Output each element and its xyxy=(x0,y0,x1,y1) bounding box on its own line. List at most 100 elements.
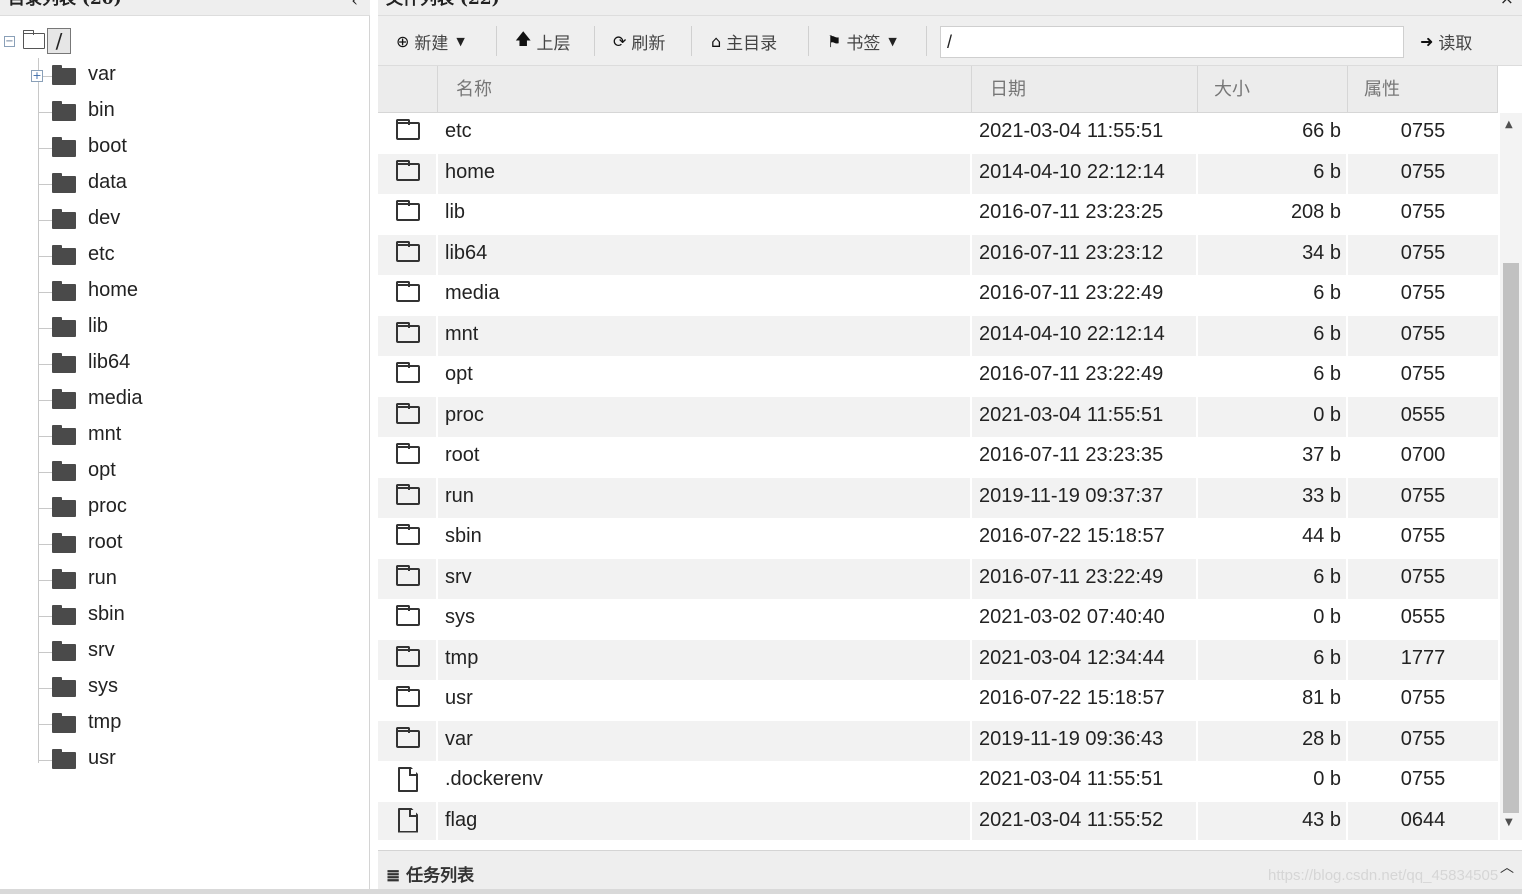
tree-item-label: boot xyxy=(88,135,127,157)
column-header-name[interactable]: 名称 xyxy=(438,66,972,113)
refresh-button[interactable]: ⟳ 刷新 xyxy=(613,26,665,56)
read-button[interactable]: ➜ 读取 xyxy=(1420,26,1472,56)
cell-divider xyxy=(970,639,972,680)
parent-dir-button[interactable]: 🡅 上层 xyxy=(515,26,570,56)
collapse-toggle-icon[interactable]: − xyxy=(4,35,15,47)
cell-divider xyxy=(436,761,438,802)
file-name[interactable]: sbin xyxy=(445,518,482,559)
tree-root-label[interactable]: / xyxy=(47,28,71,54)
file-date: 2021-03-02 07:40:40 xyxy=(979,606,1165,628)
file-size: 208 b xyxy=(1290,201,1341,223)
tree-item-label: proc xyxy=(88,495,127,517)
cell-divider xyxy=(970,234,972,275)
tree-branch-line xyxy=(38,148,52,149)
file-name[interactable]: run xyxy=(445,478,474,519)
file-name[interactable]: etc xyxy=(445,113,472,154)
file-row[interactable]: etc 2021-03-04 11:55:51 66 b 0755 xyxy=(378,113,1498,154)
expand-toggle-icon[interactable]: + xyxy=(31,70,43,82)
cell-divider xyxy=(970,437,972,478)
path-input[interactable] xyxy=(940,26,1404,58)
column-header-size[interactable]: 大小 xyxy=(1198,66,1348,113)
file-size: 6 b xyxy=(1313,322,1341,345)
file-name[interactable]: sys xyxy=(445,599,475,640)
tree-branch-line xyxy=(38,472,52,473)
expand-up-icon[interactable]: ︿ xyxy=(1500,857,1514,877)
cell-divider xyxy=(436,801,438,840)
task-list-title: 任务列表 xyxy=(406,866,475,886)
toolbar-divider xyxy=(926,26,927,56)
close-icon[interactable]: × xyxy=(1500,0,1514,10)
file-name[interactable]: root xyxy=(445,437,479,478)
file-row[interactable]: sys 2021-03-02 07:40:40 0 b 0555 xyxy=(378,599,1498,640)
file-name[interactable]: lib xyxy=(445,194,465,235)
collapse-panel-icon[interactable]: ‹ xyxy=(351,0,358,12)
file-attr: 0700 xyxy=(1400,444,1446,466)
file-size: 66 b xyxy=(1302,120,1341,142)
file-name[interactable]: srv xyxy=(445,559,472,600)
file-attr: 0755 xyxy=(1400,241,1446,264)
file-name[interactable]: .dockerenv xyxy=(445,761,543,802)
file-name[interactable]: tmp xyxy=(445,640,478,681)
file-row[interactable]: lib64 2016-07-11 23:23:12 34 b 0755 xyxy=(378,234,1498,276)
cell-divider xyxy=(970,356,972,397)
column-header-attr[interactable]: 属性 xyxy=(1348,66,1498,113)
file-date: 2021-03-04 11:55:51 xyxy=(979,768,1164,790)
cell-divider xyxy=(970,113,972,154)
file-row[interactable]: srv 2016-07-11 23:22:49 6 b 0755 xyxy=(378,558,1498,600)
folder-outline-icon xyxy=(396,119,420,140)
scroll-thumb[interactable] xyxy=(1503,263,1519,813)
tree-branch-line xyxy=(38,112,52,113)
scroll-up-icon[interactable]: ▲ xyxy=(1505,119,1513,130)
tree-item-label: etc xyxy=(88,243,115,265)
file-attr: 0755 xyxy=(1400,120,1446,142)
scroll-down-icon[interactable]: ▼ xyxy=(1505,817,1513,828)
folder-icon xyxy=(52,749,76,769)
watermark-text: https://blog.csdn.net/qq_45834505 xyxy=(1268,867,1499,884)
folder-icon xyxy=(52,353,76,373)
file-row[interactable]: .dockerenv 2021-03-04 11:55:51 0 b 0755 xyxy=(378,761,1498,802)
arrow-right-icon: ➜ xyxy=(1420,31,1434,51)
file-row[interactable]: lib 2016-07-11 23:23:25 208 b 0755 xyxy=(378,194,1498,235)
column-header-date[interactable]: 日期 xyxy=(972,66,1198,113)
file-name[interactable]: lib64 xyxy=(445,235,487,276)
file-row[interactable]: mnt 2014-04-10 22:12:14 6 b 0755 xyxy=(378,315,1498,357)
tree-item-label: home xyxy=(88,279,139,301)
file-date: 2019-11-19 09:37:37 xyxy=(979,484,1164,507)
tree-root[interactable]: − / xyxy=(4,28,71,54)
folder-outline-icon xyxy=(396,564,420,586)
file-name[interactable]: flag xyxy=(445,802,477,841)
file-row[interactable]: tmp 2021-03-04 12:34:44 6 b 1777 xyxy=(378,639,1498,681)
bookmark-button[interactable]: ⚑ 书签 ▼ xyxy=(827,26,897,56)
file-name[interactable]: home xyxy=(445,154,495,195)
file-name[interactable]: usr xyxy=(445,680,473,721)
file-name[interactable]: media xyxy=(445,275,499,316)
home-icon: ⌂ xyxy=(711,31,722,51)
file-row[interactable]: home 2014-04-10 22:12:14 6 b 0755 xyxy=(378,153,1498,195)
file-name[interactable]: proc xyxy=(445,397,484,438)
file-name[interactable]: mnt xyxy=(445,316,478,357)
tree-branch-line xyxy=(38,688,52,689)
new-button[interactable]: ⊕ 新建 ▼ xyxy=(396,26,465,56)
file-row[interactable]: opt 2016-07-11 23:22:49 6 b 0755 xyxy=(378,356,1498,397)
folder-outline-icon xyxy=(396,483,420,505)
home-button[interactable]: ⌂ 主目录 xyxy=(711,26,777,56)
cell-divider xyxy=(970,477,972,518)
file-name[interactable]: var xyxy=(445,721,473,762)
file-row[interactable]: root 2016-07-11 23:23:35 37 b 0700 xyxy=(378,437,1498,478)
file-row[interactable]: run 2019-11-19 09:37:37 33 b 0755 xyxy=(378,477,1498,519)
file-name[interactable]: opt xyxy=(445,356,473,397)
file-row[interactable]: proc 2021-03-04 11:55:51 0 b 0555 xyxy=(378,396,1498,438)
folder-icon xyxy=(52,605,76,625)
cell-divider xyxy=(970,518,972,559)
refresh-label: 刷新 xyxy=(631,33,666,54)
vertical-scrollbar[interactable]: ▲ ▼ xyxy=(1500,113,1522,840)
file-row[interactable]: sbin 2016-07-22 15:18:57 44 b 0755 xyxy=(378,518,1498,559)
file-size: 6 b xyxy=(1313,160,1341,183)
file-row[interactable]: media 2016-07-11 23:22:49 6 b 0755 xyxy=(378,275,1498,316)
file-row[interactable]: var 2019-11-19 09:36:43 28 b 0755 xyxy=(378,720,1498,762)
folder-icon xyxy=(52,173,76,193)
file-row[interactable]: flag 2021-03-04 11:55:52 43 b 0644 xyxy=(378,801,1498,841)
task-list-bar[interactable]: ≣ 任务列表 https://blog.csdn.net/qq_45834505… xyxy=(378,850,1522,894)
file-date: 2021-03-04 11:55:51 xyxy=(979,120,1164,142)
file-row[interactable]: usr 2016-07-22 15:18:57 81 b 0755 xyxy=(378,680,1498,721)
